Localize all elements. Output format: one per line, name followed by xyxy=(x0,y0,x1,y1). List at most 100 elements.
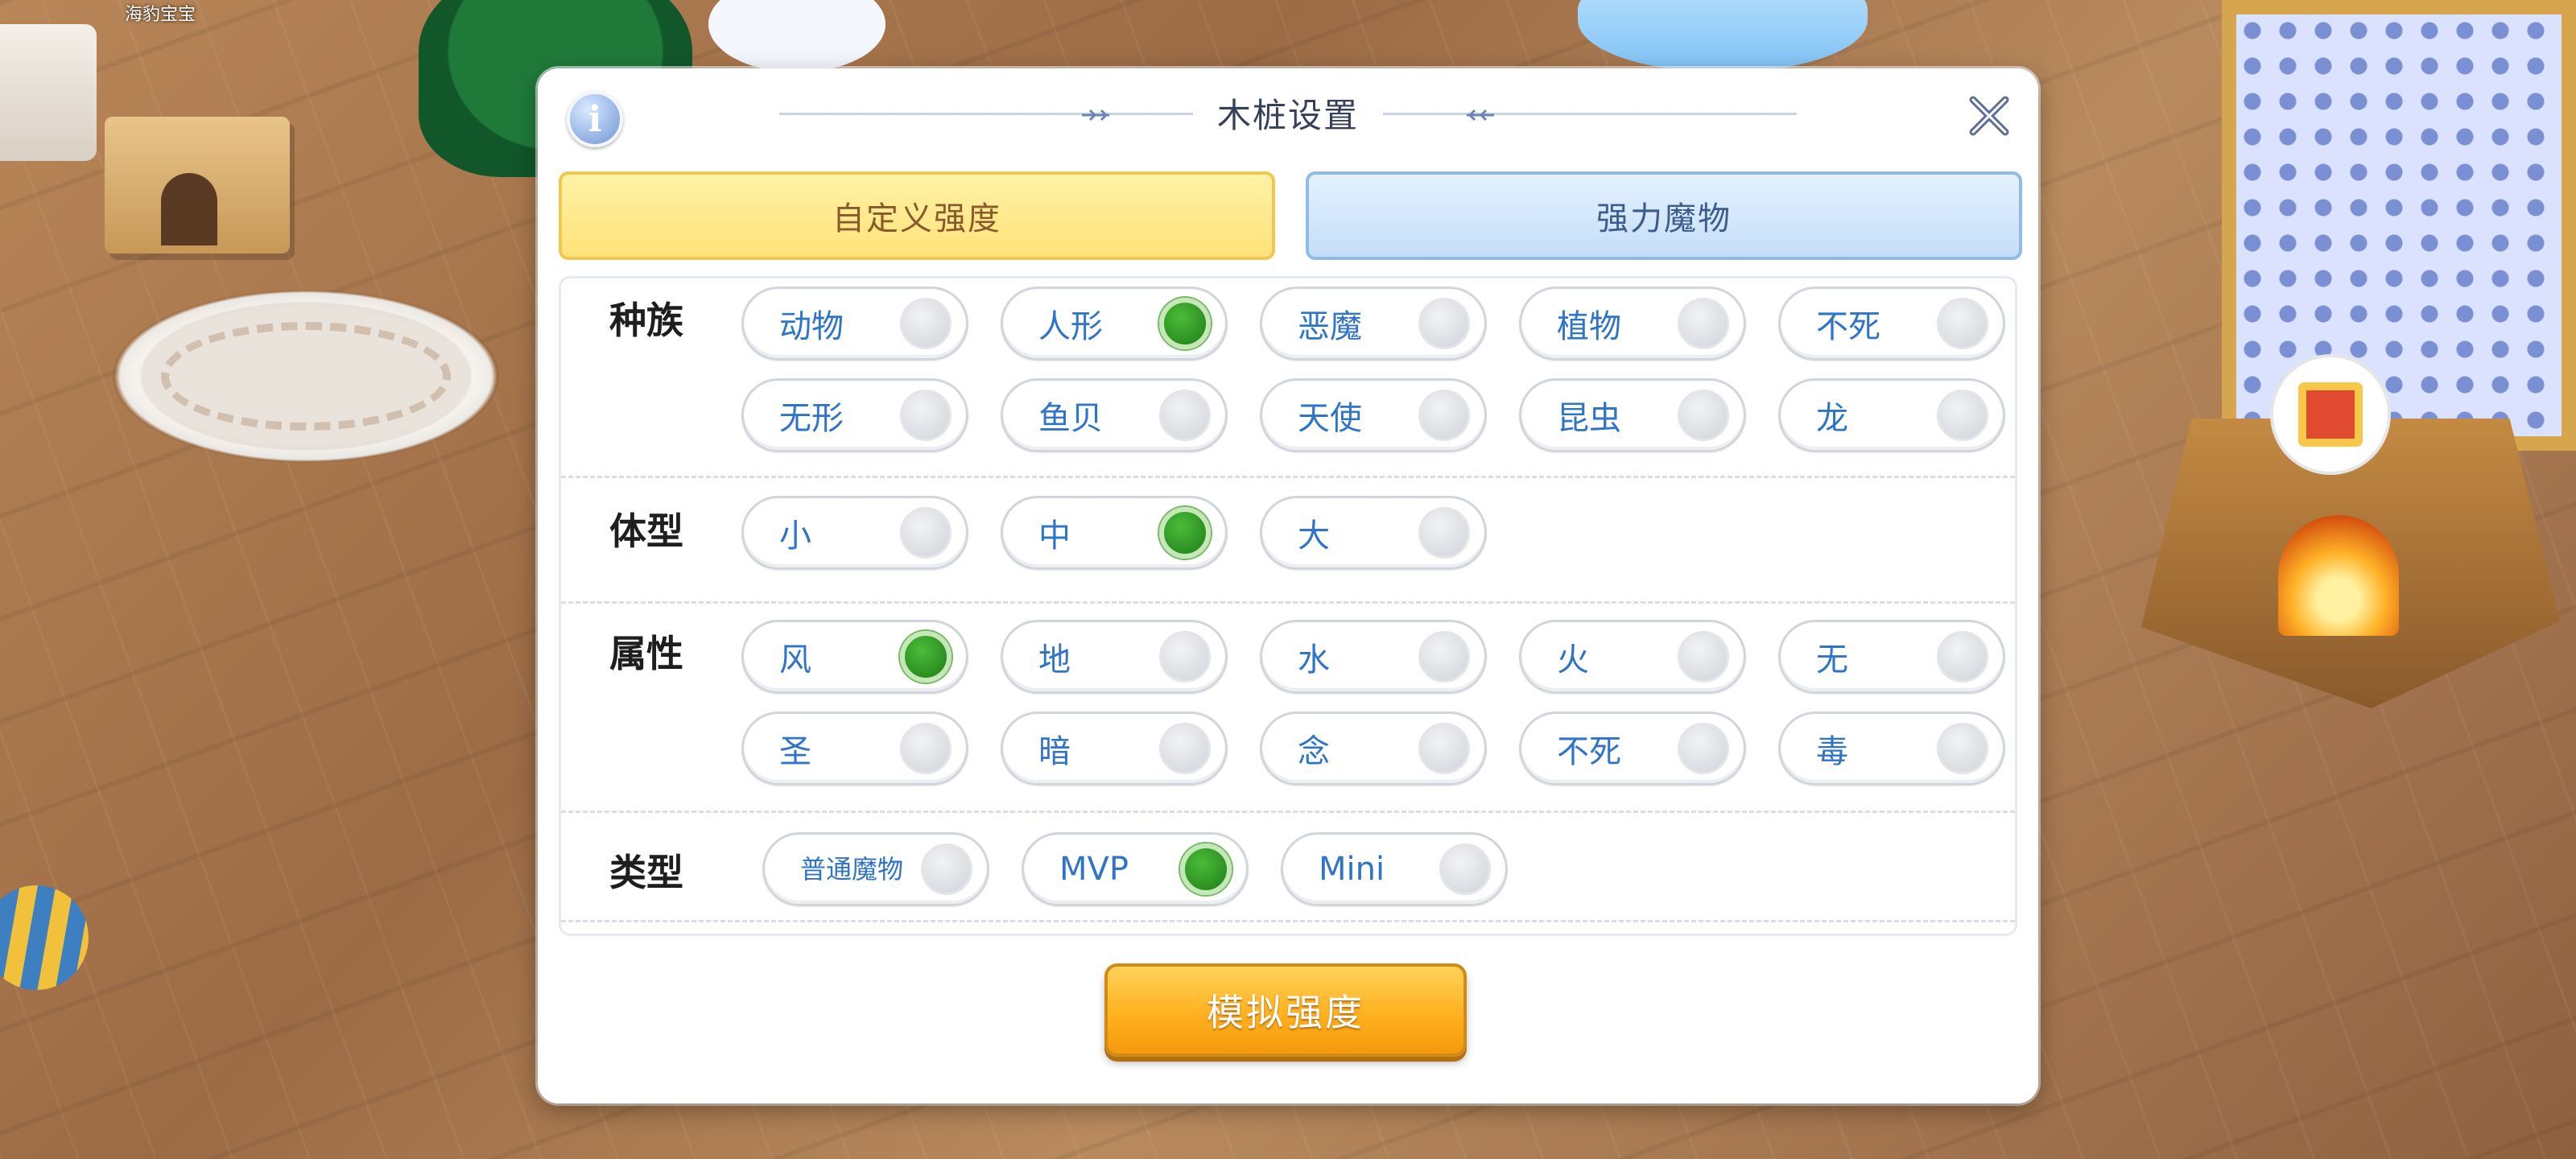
option-label: Mini xyxy=(1319,851,1385,888)
option-label: 火 xyxy=(1557,641,1589,678)
radio-indicator xyxy=(921,843,972,895)
snowman-decoration xyxy=(708,0,886,72)
option-label: 动物 xyxy=(779,308,844,345)
radio-indicator xyxy=(1937,723,1988,774)
dialog-title-bar: 木桩设置 xyxy=(538,68,2038,157)
radio-indicator xyxy=(1678,631,1729,683)
radio-indicator xyxy=(1418,631,1470,683)
chair-decoration xyxy=(0,24,97,161)
round-rug-decoration xyxy=(113,290,499,463)
type-label: 类型 xyxy=(609,851,683,894)
option-label: 龙 xyxy=(1816,400,1848,437)
race-option-formless[interactable]: 无形 xyxy=(741,378,968,452)
element-option-undead[interactable]: 不死 xyxy=(1519,711,1746,786)
option-label: 恶魔 xyxy=(1298,308,1362,345)
radio-indicator xyxy=(1937,631,1988,683)
race-option-demihuman[interactable]: 人形 xyxy=(1001,287,1228,361)
element-label: 属性 xyxy=(609,632,683,675)
radio-indicator xyxy=(1159,390,1211,441)
radio-indicator xyxy=(900,390,952,441)
option-label: 风 xyxy=(779,641,811,678)
size-option-medium[interactable]: 中 xyxy=(1001,496,1228,570)
settings-panel: 种族 动物 人形 恶魔 植物 不死 无形 鱼贝 天使 昆虫 龙 体型 小 中 大… xyxy=(559,276,2017,936)
option-label: 小 xyxy=(779,518,811,555)
radio-indicator-selected xyxy=(1159,298,1211,349)
option-label: 人形 xyxy=(1038,308,1103,345)
option-label: 植物 xyxy=(1557,308,1621,345)
race-option-undead[interactable]: 不死 xyxy=(1778,287,2005,361)
option-label: 圣 xyxy=(779,733,811,770)
element-option-earth[interactable]: 地 xyxy=(1001,620,1228,694)
option-label: 毒 xyxy=(1816,733,1848,770)
type-option-mvp[interactable]: MVP xyxy=(1022,832,1249,906)
radio-indicator xyxy=(900,507,952,559)
option-label: 地 xyxy=(1038,641,1071,678)
element-option-water[interactable]: 水 xyxy=(1260,620,1487,694)
race-option-dragon[interactable]: 龙 xyxy=(1778,378,2005,452)
option-label: 念 xyxy=(1298,733,1330,770)
element-option-wind[interactable]: 风 xyxy=(741,620,968,694)
ice-decoration xyxy=(1578,0,1868,72)
radio-indicator xyxy=(1678,298,1729,349)
element-option-fire[interactable]: 火 xyxy=(1519,620,1746,694)
type-section: 类型 普通魔物 MVP Mini xyxy=(561,813,2015,922)
radio-indicator xyxy=(900,298,952,349)
radio-indicator xyxy=(1678,723,1729,774)
option-label: MVP xyxy=(1059,851,1129,888)
element-section: 属性 风 地 水 火 无 圣 暗 念 不死 毒 xyxy=(561,604,2015,813)
radio-indicator xyxy=(1418,298,1470,349)
tab-strong-monster[interactable]: 强力魔物 xyxy=(1306,171,2022,260)
close-icon[interactable] xyxy=(1961,88,2017,144)
radio-indicator xyxy=(1418,507,1470,559)
option-label: 不死 xyxy=(1557,733,1621,770)
radio-indicator xyxy=(1159,631,1211,683)
option-label: 中 xyxy=(1038,518,1071,555)
race-option-fish[interactable]: 鱼贝 xyxy=(1001,378,1228,452)
radio-indicator xyxy=(1937,298,1988,349)
title-ornament-left-icon xyxy=(1063,104,1109,126)
radio-indicator xyxy=(1678,390,1729,441)
option-label: 鱼贝 xyxy=(1038,400,1103,437)
element-option-neutral[interactable]: 无 xyxy=(1778,620,2005,694)
folding-screen-decoration xyxy=(2222,0,2576,451)
option-label: 无形 xyxy=(779,400,844,437)
race-option-angel[interactable]: 天使 xyxy=(1260,378,1487,452)
element-option-shadow[interactable]: 暗 xyxy=(1001,711,1228,786)
gift-bubble[interactable] xyxy=(2270,354,2391,475)
race-option-animal[interactable]: 动物 xyxy=(741,287,968,361)
radio-indicator-selected xyxy=(1180,843,1232,895)
radio-indicator xyxy=(1418,390,1470,441)
element-option-poison[interactable]: 毒 xyxy=(1778,711,2005,786)
option-label: 昆虫 xyxy=(1557,400,1621,437)
size-section: 体型 小 中 大 xyxy=(561,478,2015,604)
title-ornament-right-icon xyxy=(1467,104,1513,126)
radio-indicator xyxy=(900,723,952,774)
race-option-plant[interactable]: 植物 xyxy=(1519,287,1746,361)
option-label: 天使 xyxy=(1298,400,1362,437)
size-option-small[interactable]: 小 xyxy=(741,496,968,570)
tab-custom-strength[interactable]: 自定义强度 xyxy=(559,171,1275,260)
option-label: 大 xyxy=(1298,518,1330,555)
element-option-ghost[interactable]: 念 xyxy=(1260,711,1487,786)
beach-ball-decoration xyxy=(0,885,89,990)
option-label: 暗 xyxy=(1038,733,1071,770)
race-option-insect[interactable]: 昆虫 xyxy=(1519,378,1746,452)
radio-indicator xyxy=(1439,843,1491,895)
dialog-title: 木桩设置 xyxy=(1192,88,1383,138)
simulate-strength-button[interactable]: 模拟强度 xyxy=(1104,963,1467,1057)
option-label: 水 xyxy=(1298,641,1330,678)
radio-indicator xyxy=(1937,390,1988,441)
type-option-normal-monster[interactable]: 普通魔物 xyxy=(762,832,989,906)
fireplace-shrine-decoration xyxy=(2125,0,2576,749)
close-x-icon xyxy=(1969,96,2009,136)
shrine-base-decoration xyxy=(2141,419,2560,708)
element-option-holy[interactable]: 圣 xyxy=(741,711,968,786)
info-icon[interactable]: i xyxy=(567,91,623,147)
size-option-large[interactable]: 大 xyxy=(1260,496,1487,570)
radio-indicator xyxy=(1159,723,1211,774)
radio-indicator-selected xyxy=(900,631,952,683)
radio-indicator xyxy=(1418,723,1470,774)
option-label: 无 xyxy=(1816,641,1848,678)
type-option-mini[interactable]: Mini xyxy=(1281,832,1508,906)
race-option-demon[interactable]: 恶魔 xyxy=(1260,287,1487,361)
